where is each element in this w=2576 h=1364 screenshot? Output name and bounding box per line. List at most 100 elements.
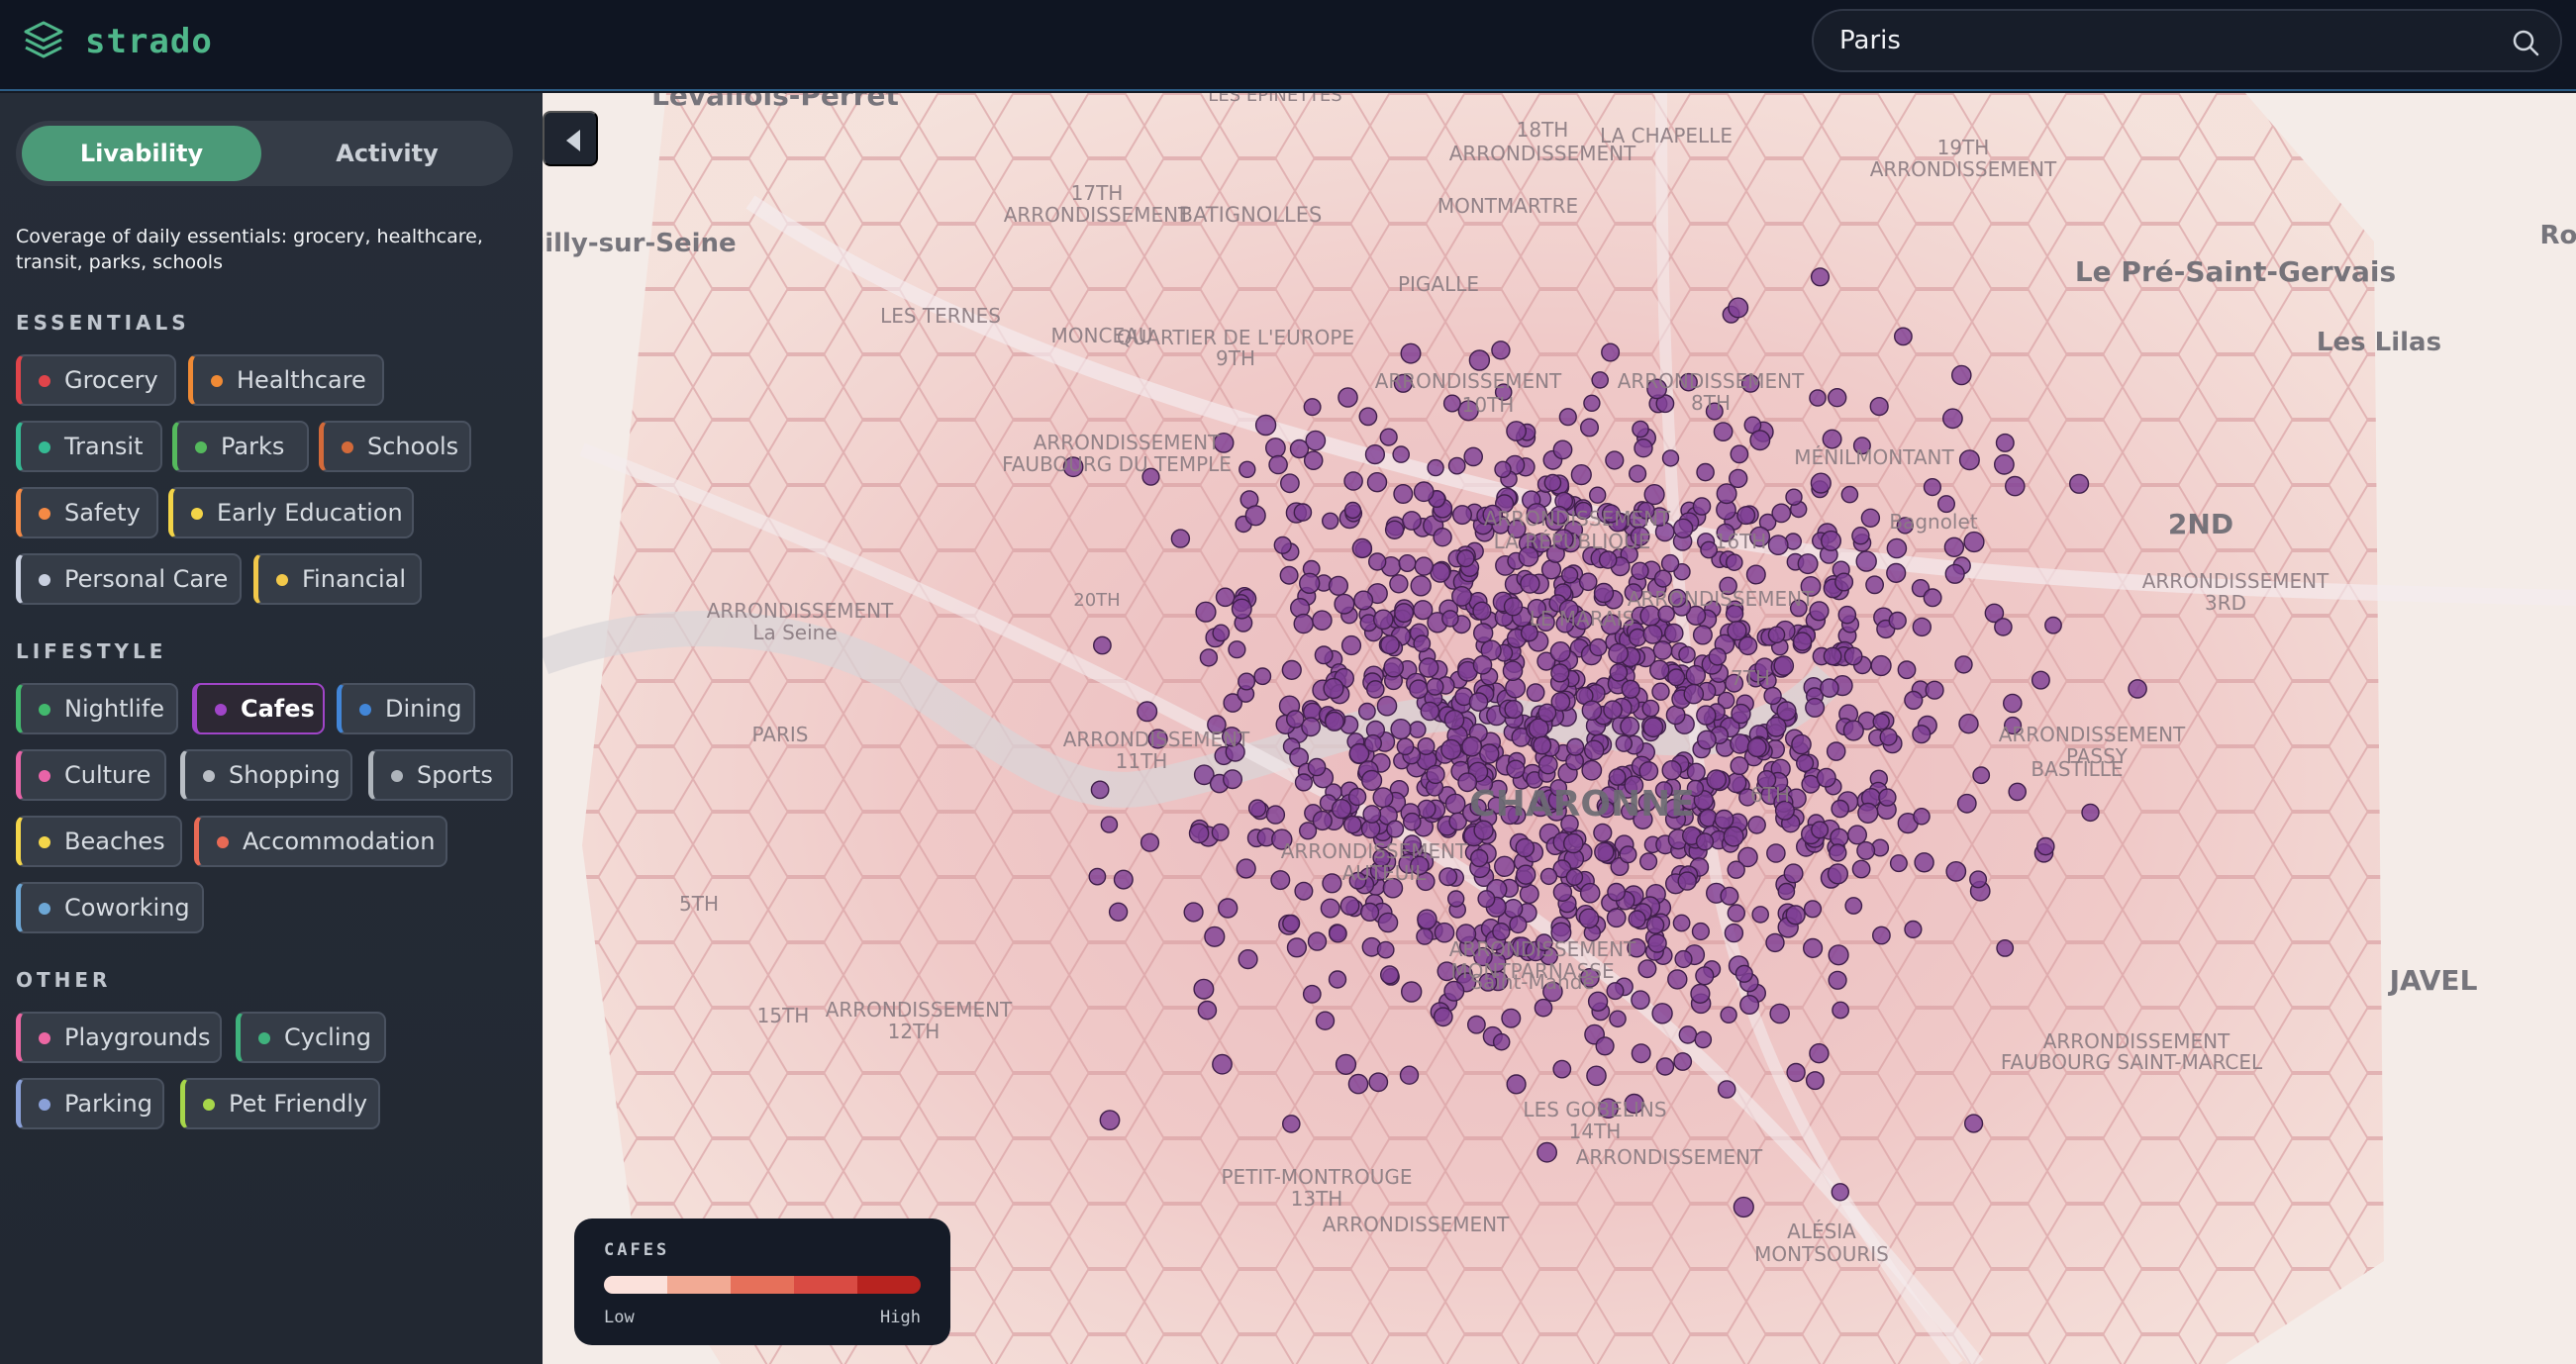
cafe-marker[interactable]	[1520, 573, 1540, 594]
cafe-marker[interactable]	[1282, 914, 1301, 932]
cafe-marker[interactable]	[1368, 552, 1387, 571]
cafe-marker[interactable]	[1786, 1062, 1806, 1083]
cafe-marker[interactable]	[1802, 937, 1824, 958]
search-input[interactable]	[1839, 11, 2483, 70]
category-parks[interactable]: Parks	[172, 421, 309, 472]
cafe-marker[interactable]	[1195, 601, 1217, 623]
cafe-marker[interactable]	[1634, 438, 1653, 458]
cafe-marker[interactable]	[1834, 572, 1854, 592]
cafe-marker[interactable]	[1727, 904, 1746, 923]
cafe-marker[interactable]	[1872, 713, 1890, 731]
cafe-marker[interactable]	[1598, 550, 1618, 569]
cafe-marker[interactable]	[1099, 1110, 1121, 1131]
cafe-marker[interactable]	[1844, 897, 1863, 915]
cafe-marker[interactable]	[1307, 931, 1328, 951]
cafe-marker[interactable]	[1414, 556, 1434, 576]
cafe-marker[interactable]	[1593, 823, 1613, 842]
cafe-marker[interactable]	[1843, 646, 1863, 666]
cafe-marker[interactable]	[1720, 1006, 1737, 1023]
category-financial[interactable]: Financial	[253, 553, 422, 605]
cafe-marker[interactable]	[1685, 664, 1707, 686]
cafe-marker[interactable]	[1606, 908, 1627, 928]
cafe-marker[interactable]	[1543, 473, 1562, 492]
cafe-marker[interactable]	[1827, 863, 1848, 885]
cafe-marker[interactable]	[1413, 481, 1435, 503]
cafe-marker[interactable]	[1254, 414, 1277, 437]
cafe-marker[interactable]	[2081, 803, 2100, 823]
cafe-marker[interactable]	[1231, 598, 1252, 620]
cafe-marker[interactable]	[1467, 1015, 1486, 1034]
cafe-marker[interactable]	[1593, 582, 1615, 604]
cafe-marker[interactable]	[1720, 886, 1739, 906]
cafe-marker[interactable]	[1994, 453, 2015, 475]
cafe-marker[interactable]	[1583, 394, 1601, 412]
cafe-marker[interactable]	[1463, 446, 1484, 467]
cafe-marker[interactable]	[1651, 682, 1670, 701]
cafe-marker[interactable]	[1362, 805, 1382, 824]
cafe-marker[interactable]	[1211, 823, 1230, 841]
cafe-marker[interactable]	[1323, 677, 1344, 700]
cafe-marker[interactable]	[1805, 697, 1826, 718]
cafe-marker[interactable]	[1193, 978, 1215, 1000]
cafe-marker[interactable]	[1534, 998, 1553, 1018]
cafe-marker[interactable]	[1763, 686, 1782, 706]
cafe-marker[interactable]	[1343, 501, 1362, 520]
cafe-marker[interactable]	[1678, 645, 1696, 664]
category-shopping[interactable]: Shopping	[180, 749, 352, 801]
cafe-marker[interactable]	[1579, 882, 1601, 904]
cafe-marker[interactable]	[1427, 458, 1444, 477]
cafe-marker[interactable]	[2031, 670, 2050, 690]
cafe-marker[interactable]	[1594, 841, 1615, 862]
cafe-marker[interactable]	[1586, 1065, 1607, 1087]
cafe-marker[interactable]	[1456, 549, 1475, 568]
cafe-marker[interactable]	[1595, 1036, 1615, 1056]
category-safety[interactable]: Safety	[16, 487, 158, 538]
cafe-marker[interactable]	[1413, 600, 1434, 621]
category-dining[interactable]: Dining	[337, 683, 475, 734]
cafe-marker[interactable]	[1637, 959, 1657, 979]
cafe-marker[interactable]	[1294, 773, 1313, 792]
collapse-sidebar-button[interactable]	[543, 111, 598, 166]
cafe-marker[interactable]	[1730, 756, 1749, 776]
category-culture[interactable]: Culture	[16, 749, 166, 801]
cafe-marker[interactable]	[1589, 637, 1608, 657]
category-personal-care[interactable]: Personal Care	[16, 553, 242, 605]
cafe-marker[interactable]	[1805, 1071, 1825, 1091]
cafe-marker[interactable]	[1093, 635, 1112, 655]
cafe-marker[interactable]	[1212, 624, 1231, 642]
cafe-marker[interactable]	[1963, 531, 1985, 553]
cafe-marker[interactable]	[1472, 601, 1492, 621]
cafe-marker[interactable]	[1855, 550, 1877, 572]
map-view[interactable]: Levallois-Perret LES EPINETTES 18TH ARRONDI…	[543, 93, 2576, 1364]
cafe-marker[interactable]	[1857, 802, 1879, 824]
location-search[interactable]	[1812, 9, 2562, 72]
cafe-marker[interactable]	[1570, 464, 1592, 486]
cafe-marker[interactable]	[1417, 909, 1437, 930]
cafe-marker[interactable]	[1501, 1008, 1522, 1028]
cafe-marker[interactable]	[1472, 655, 1493, 675]
cafe-marker[interactable]	[1506, 1074, 1527, 1095]
category-schools[interactable]: Schools	[319, 421, 471, 472]
cafe-marker[interactable]	[1537, 703, 1557, 723]
cafe-marker[interactable]	[1426, 764, 1445, 785]
cafe-marker[interactable]	[1392, 445, 1411, 463]
cafe-marker[interactable]	[1442, 394, 1461, 413]
category-cafes[interactable]: Cafes	[192, 683, 325, 734]
cafe-marker[interactable]	[1995, 433, 2015, 452]
cafe-marker[interactable]	[1605, 450, 1625, 470]
cafe-marker[interactable]	[1621, 679, 1640, 699]
cafe-marker[interactable]	[1338, 387, 1358, 408]
cafe-marker[interactable]	[1766, 843, 1786, 863]
cafe-marker[interactable]	[1620, 716, 1640, 736]
cafe-marker[interactable]	[1401, 981, 1423, 1003]
cafe-marker[interactable]	[1364, 444, 1385, 465]
cafe-marker[interactable]	[1379, 965, 1400, 985]
cafe-marker[interactable]	[1795, 753, 1815, 772]
cafe-marker[interactable]	[1473, 623, 1494, 643]
cafe-marker[interactable]	[1606, 982, 1625, 1001]
cafe-marker[interactable]	[1359, 902, 1380, 922]
cafe-marker[interactable]	[1550, 663, 1570, 683]
cafe-marker[interactable]	[1265, 805, 1286, 825]
cafe-marker[interactable]	[1505, 677, 1527, 699]
cafe-marker[interactable]	[1708, 647, 1728, 666]
